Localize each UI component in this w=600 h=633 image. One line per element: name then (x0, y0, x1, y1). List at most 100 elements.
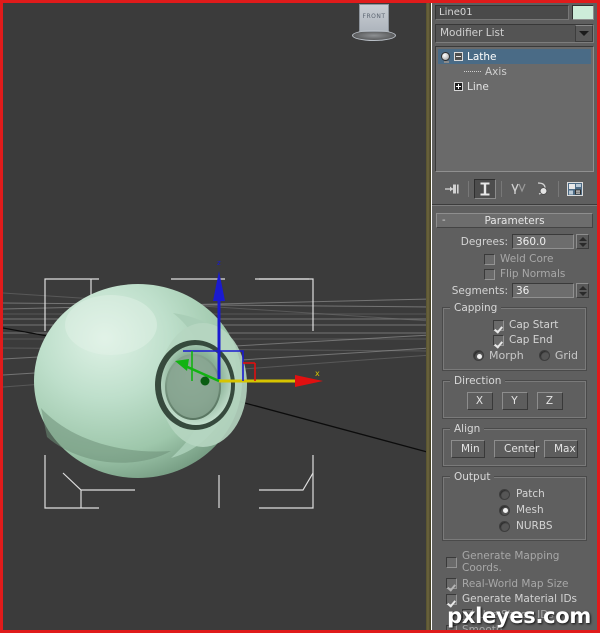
expand-plus-icon[interactable] (454, 82, 463, 91)
viewport-front[interactable]: z x FRONT (3, 3, 431, 630)
stepper-down-icon[interactable] (578, 291, 587, 296)
cap-type-row: Morph Grid (451, 349, 578, 362)
viewport-3d-scene: z x (3, 3, 431, 630)
parameters-rollout: - Parameters Degrees: 360.0 Weld Core Fl… (436, 213, 593, 630)
cap-start-row[interactable]: Cap Start (451, 319, 578, 331)
object-name-row: Line01 (432, 3, 597, 22)
stack-item-label: Axis (485, 65, 507, 78)
stepper-down-icon[interactable] (578, 242, 587, 247)
view-cube-compass-ring[interactable] (352, 30, 396, 41)
rollout-title: Parameters (484, 215, 545, 227)
flip-normals-row[interactable]: Flip Normals (440, 268, 589, 280)
output-nurbs-row[interactable]: NURBS (451, 520, 578, 532)
toolbar-divider (432, 204, 597, 206)
output-group: Output Patch Mesh NURBS (442, 471, 587, 541)
application-window: z x FRONT Line01 Modifier List Lathe Axi… (0, 0, 600, 633)
show-end-result-icon[interactable] (474, 179, 496, 199)
cap-end-row[interactable]: Cap End (451, 334, 578, 346)
flip-normals-label: Flip Normals (500, 268, 566, 280)
use-shape-ids-checkbox[interactable] (462, 609, 473, 620)
cap-end-checkbox[interactable] (493, 334, 504, 346)
direction-z-button[interactable]: Z (536, 392, 563, 410)
align-center-button[interactable]: Center (494, 440, 539, 458)
direction-x-button[interactable]: X (466, 392, 493, 410)
cap-start-label: Cap Start (509, 319, 559, 331)
dash-line-icon (464, 71, 481, 72)
weld-core-checkbox[interactable] (484, 253, 495, 265)
output-patch-label: Patch (516, 488, 545, 500)
generate-material-ids-label: Generate Material IDs (462, 593, 578, 605)
degrees-input[interactable]: 360.0 (512, 234, 574, 249)
rollout-collapse-glyph[interactable]: - (442, 214, 446, 228)
object-name-input[interactable]: Line01 (435, 5, 569, 20)
modifier-list-dropdown[interactable]: Modifier List (435, 24, 594, 43)
direction-y-button[interactable]: Y (501, 392, 528, 410)
cap-end-label: Cap End (509, 334, 553, 346)
svg-text:x: x (315, 369, 320, 378)
real-world-map-size-row[interactable]: Real-World Map Size (446, 578, 585, 590)
degrees-label: Degrees: (460, 235, 508, 248)
view-cube-label: FRONT (362, 13, 386, 20)
capping-group-title: Capping (450, 302, 502, 314)
chevron-down-icon[interactable] (575, 25, 593, 42)
output-group-title: Output (450, 471, 495, 483)
smooth-row[interactable]: Smooth (446, 624, 585, 630)
rollout-header[interactable]: - Parameters (436, 213, 593, 228)
degrees-row: Degrees: 360.0 (440, 234, 589, 249)
real-world-map-size-checkbox[interactable] (446, 578, 457, 589)
output-mesh-row[interactable]: Mesh (451, 504, 578, 516)
direction-group-title: Direction (450, 375, 506, 387)
smooth-checkbox[interactable] (446, 624, 457, 630)
grid-label: Grid (554, 349, 578, 362)
segments-row: Segments: 36 (440, 283, 589, 298)
flip-normals-checkbox[interactable] (484, 268, 495, 280)
view-cube-front-face[interactable]: FRONT (359, 4, 389, 32)
morph-radio[interactable] (473, 350, 484, 361)
segments-input[interactable]: 36 (512, 283, 574, 298)
align-buttons: Min Center Max (451, 440, 578, 458)
capping-group: Capping Cap Start Cap End Morph Grid (442, 302, 587, 371)
weld-core-row[interactable]: Weld Core (440, 253, 589, 265)
output-patch-radio[interactable] (499, 488, 510, 500)
output-patch-row[interactable]: Patch (451, 488, 578, 500)
pin-stack-icon[interactable] (441, 179, 463, 199)
configure-modifier-sets-icon[interactable] (564, 179, 586, 199)
segments-stepper[interactable] (576, 283, 589, 298)
output-mesh-radio[interactable] (499, 504, 510, 516)
real-world-map-size-label: Real-World Map Size (462, 577, 569, 590)
output-nurbs-radio[interactable] (499, 520, 510, 532)
lightbulb-icon[interactable] (441, 52, 450, 63)
modifier-stack-toolbar (435, 178, 594, 200)
use-shape-ids-row[interactable]: Use Shape IDs (446, 609, 585, 621)
align-max-button[interactable]: Max (544, 440, 578, 458)
make-unique-icon[interactable] (507, 179, 529, 199)
stack-item-label: Line (467, 80, 489, 93)
generate-material-ids-checkbox[interactable] (446, 593, 457, 605)
generate-material-ids-row[interactable]: Generate Material IDs (446, 593, 585, 605)
degrees-stepper[interactable] (576, 234, 589, 249)
stepper-up-icon[interactable] (578, 285, 587, 290)
cap-start-checkbox[interactable] (493, 319, 504, 331)
stack-item-axis[interactable]: Axis (438, 64, 591, 79)
use-shape-ids-label: Use Shape IDs (478, 608, 554, 621)
modifier-list-label: Modifier List (440, 27, 505, 39)
command-panel: Line01 Modifier List Lathe Axis Line - P… (431, 3, 597, 630)
stack-item-line[interactable]: Line (438, 79, 591, 94)
modifier-stack-list[interactable]: Lathe Axis Line (435, 46, 594, 172)
generate-mapping-coords-checkbox[interactable] (446, 556, 457, 568)
grid-radio[interactable] (538, 350, 550, 361)
generate-mapping-coords-label: Generate Mapping Coords. (462, 550, 560, 574)
output-nurbs-label: NURBS (516, 520, 553, 532)
object-color-swatch[interactable] (572, 5, 594, 20)
align-group: Align Min Center Max (442, 423, 587, 467)
generate-mapping-coords-row[interactable]: Generate Mapping Coords. (446, 550, 585, 574)
output-mesh-label: Mesh (516, 504, 544, 516)
view-cube[interactable]: FRONT (352, 4, 396, 44)
remove-modifier-icon[interactable] (531, 179, 553, 199)
smooth-label: Smooth (462, 624, 503, 630)
stack-item-lathe[interactable]: Lathe (438, 49, 591, 64)
align-min-button[interactable]: Min (451, 440, 485, 458)
collapse-minus-icon[interactable] (454, 52, 463, 61)
stepper-up-icon[interactable] (578, 236, 587, 241)
weld-core-label: Weld Core (500, 253, 554, 265)
